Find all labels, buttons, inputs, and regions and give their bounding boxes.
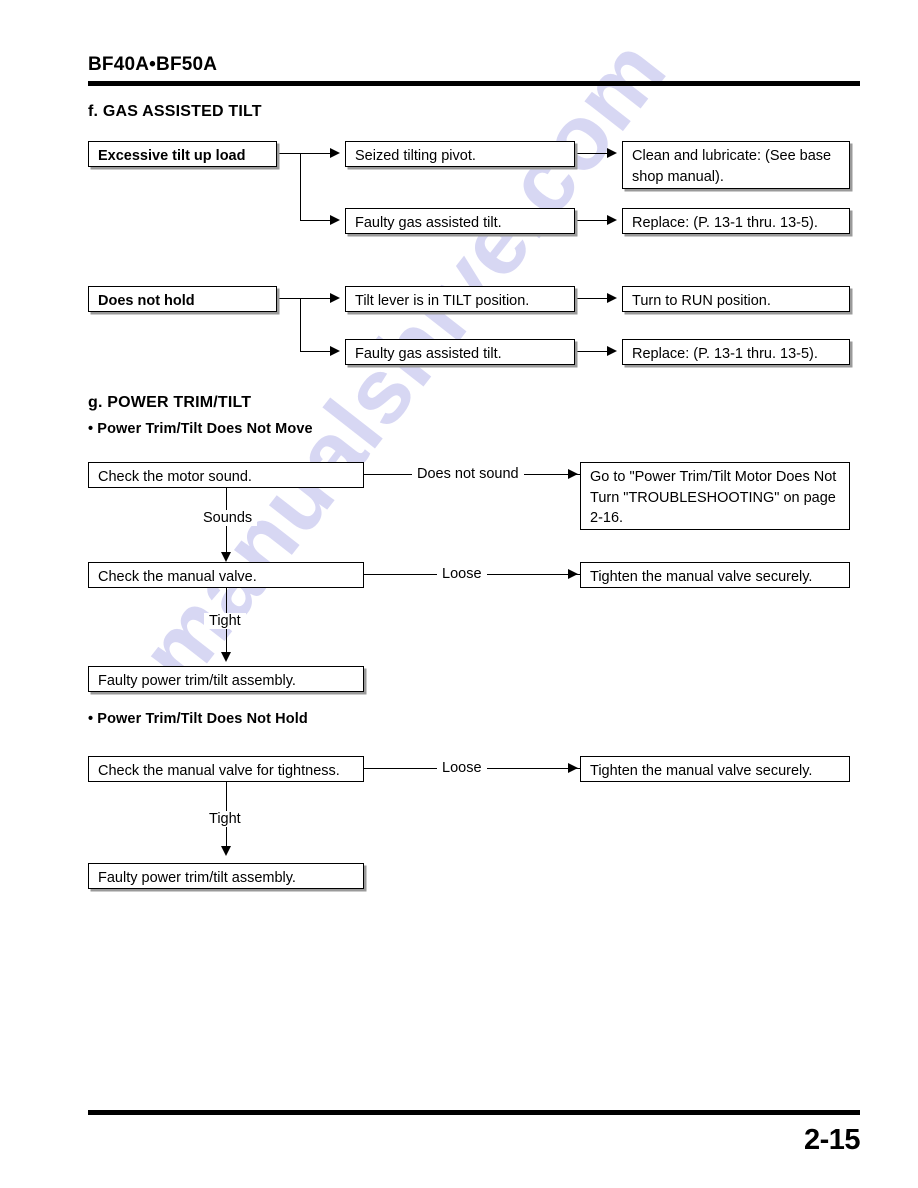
connector-line xyxy=(575,298,607,300)
connector-line xyxy=(300,153,330,155)
remedy-text-line1: Replace: (P. 13-1 thru. 13-5). xyxy=(632,215,818,231)
connector-line xyxy=(300,298,330,300)
model-title: BF40A•BF50A xyxy=(88,54,218,75)
connector-line xyxy=(575,220,607,222)
connector-line xyxy=(300,298,302,352)
cause-text: Faulty gas assisted tilt. xyxy=(355,215,502,231)
result-box-faulty-assembly: Faulty power trim/tilt assembly. xyxy=(88,666,364,692)
check-text: Faulty power trim/tilt assembly. xyxy=(98,870,296,886)
arrow-right-icon xyxy=(607,293,617,303)
section-heading-gas-assisted-tilt: f. GAS ASSISTED TILT xyxy=(88,103,262,120)
result-box-faulty-assembly: Faulty power trim/tilt assembly. xyxy=(88,863,364,889)
remedy-box: Replace: (P. 13-1 thru. 13-5). xyxy=(622,339,850,365)
arrow-right-icon xyxy=(568,469,578,479)
arrow-right-icon xyxy=(330,148,340,158)
header-rule xyxy=(88,81,860,86)
check-text: Faulty power trim/tilt assembly. xyxy=(98,673,296,689)
arrow-right-icon xyxy=(607,346,617,356)
page-number: 2-15 xyxy=(803,1124,861,1156)
result-text-line1: Tighten the manual valve securely. xyxy=(590,763,813,779)
check-box-manual-valve: Check the manual valve. xyxy=(88,562,364,588)
cause-text: Seized tilting pivot. xyxy=(355,148,476,164)
connector-line xyxy=(277,153,301,155)
remedy-box: Clean and lubricate: (See base shop manu… xyxy=(622,141,850,189)
remedy-box: Replace: (P. 13-1 thru. 13-5). xyxy=(622,208,850,234)
result-text-line1: Tighten the manual valve securely. xyxy=(590,569,813,585)
connector-line xyxy=(575,351,607,353)
result-text-line3: 2-16. xyxy=(590,510,624,527)
section-heading-power-trim-tilt: g. POWER TRIM/TILT xyxy=(88,394,252,411)
remedy-text-line1: Clean and lubricate: (See base xyxy=(632,148,832,164)
arrow-down-icon xyxy=(221,652,231,662)
edge-label-sounds: Sounds xyxy=(198,510,258,526)
arrow-right-icon xyxy=(568,763,578,773)
connector-line xyxy=(300,351,330,353)
cause-box: Faulty gas assisted tilt. xyxy=(345,208,575,234)
connector-line xyxy=(575,153,607,155)
result-box-tighten-valve: Tighten the manual valve securely. xyxy=(580,562,850,588)
result-text-line2: Turn "TROUBLESHOOTING" on page xyxy=(590,489,836,506)
edge-label-loose: Loose xyxy=(437,760,487,776)
remedy-box: Turn to RUN position. xyxy=(622,286,850,312)
arrow-right-icon xyxy=(607,148,617,158)
arrow-right-icon xyxy=(568,569,578,579)
arrow-right-icon xyxy=(330,215,340,225)
check-text: Check the manual valve for tightness. xyxy=(98,763,340,779)
edge-label-tight: Tight xyxy=(204,613,246,629)
connector-line xyxy=(300,220,330,222)
connector-line xyxy=(277,298,301,300)
cause-text: Tilt lever is in TILT position. xyxy=(355,293,530,309)
symptom-text: Excessive tilt up load xyxy=(98,148,246,164)
footer-rule xyxy=(88,1110,860,1115)
manual-page: manualshive.com BF40A•BF50A f. GAS ASSIS… xyxy=(0,0,918,1188)
symptom-box-excessive-tilt-up-load: Excessive tilt up load xyxy=(88,141,277,167)
result-text-line1: Go to "Power Trim/Tilt Motor Does Not xyxy=(590,469,837,485)
check-box-manual-valve-tightness: Check the manual valve for tightness. xyxy=(88,756,364,782)
result-box-tighten-valve: Tighten the manual valve securely. xyxy=(580,756,850,782)
arrow-right-icon xyxy=(607,215,617,225)
arrow-right-icon xyxy=(330,346,340,356)
cause-box: Seized tilting pivot. xyxy=(345,141,575,167)
result-box-goto-troubleshooting: Go to "Power Trim/Tilt Motor Does Not Tu… xyxy=(580,462,850,530)
remedy-text-line2: shop manual). xyxy=(632,168,724,185)
check-box-motor-sound: Check the motor sound. xyxy=(88,462,364,488)
arrow-down-icon xyxy=(221,846,231,856)
edge-label-does-not-sound: Does not sound xyxy=(412,466,524,482)
edge-label-tight: Tight xyxy=(204,811,246,827)
check-text: Check the motor sound. xyxy=(98,469,252,485)
symptom-text: Does not hold xyxy=(98,293,195,309)
subsection-heading-does-not-move: • Power Trim/Tilt Does Not Move xyxy=(88,421,313,437)
cause-text: Faulty gas assisted tilt. xyxy=(355,346,502,362)
arrow-down-icon xyxy=(221,552,231,562)
subsection-heading-does-not-hold: • Power Trim/Tilt Does Not Hold xyxy=(88,711,308,727)
remedy-text-line1: Replace: (P. 13-1 thru. 13-5). xyxy=(632,346,818,362)
remedy-text-line1: Turn to RUN position. xyxy=(632,293,771,309)
cause-box: Faulty gas assisted tilt. xyxy=(345,339,575,365)
check-text: Check the manual valve. xyxy=(98,569,257,585)
arrow-right-icon xyxy=(330,293,340,303)
edge-label-loose: Loose xyxy=(437,566,487,582)
symptom-box-does-not-hold: Does not hold xyxy=(88,286,277,312)
connector-line xyxy=(300,153,302,221)
cause-box: Tilt lever is in TILT position. xyxy=(345,286,575,312)
